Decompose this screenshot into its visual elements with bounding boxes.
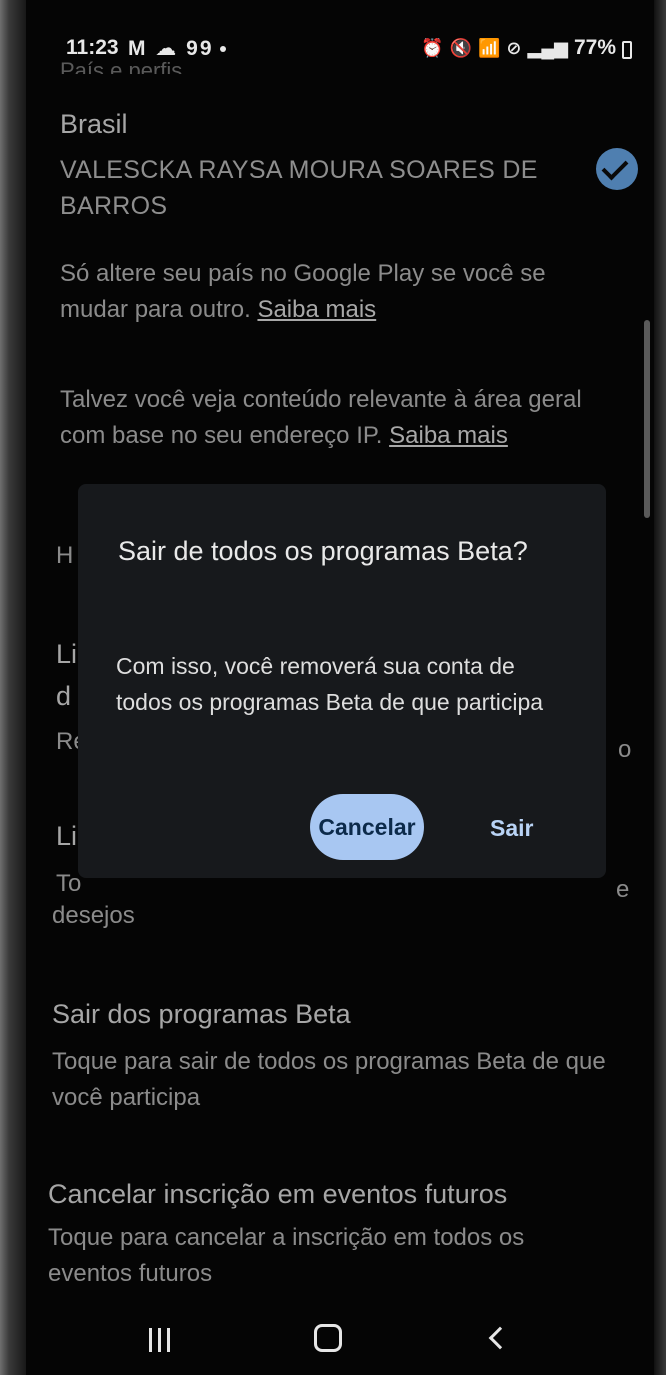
country-note: Só altere seu país no Google Play se voc… — [60, 256, 620, 328]
section-header: País e perfis — [60, 58, 183, 74]
leave-beta-dialog: Sair de todos os programas Beta? Com iss… — [78, 484, 606, 878]
dialog-title: Sair de todos os programas Beta? — [118, 536, 528, 566]
scrollbar[interactable] — [644, 320, 650, 518]
leave-beta-desc: Toque para sair de todos os programas Be… — [52, 1048, 606, 1111]
partial-label-d: d — [56, 681, 72, 711]
partial-label-li-1: Li — [56, 639, 78, 669]
cancel-events-desc: Toque para cancelar a inscrição em todos… — [48, 1224, 525, 1284]
home-icon[interactable] — [308, 1318, 348, 1358]
partial-label-o: o — [618, 736, 632, 763]
wishlist-desc-tail: desejos — [52, 902, 135, 929]
cancel-button[interactable]: Cancelar — [310, 794, 424, 860]
screen: 11:23 M ☁ 99 ⏰ 🔇 📶 ⊘ ▂▄▆ 77% País e perf… — [26, 0, 654, 1375]
country-learn-more-link[interactable]: Saiba mais — [257, 296, 376, 323]
partial-label-h: H — [56, 542, 74, 569]
check-circle-icon — [596, 148, 638, 190]
dialog-body: Com isso, você removerá sua conta de tod… — [116, 653, 544, 715]
partial-label-e: e — [616, 876, 630, 903]
navigation-bar — [26, 1300, 654, 1375]
confirm-leave-button[interactable]: Sair — [490, 810, 533, 846]
recents-icon[interactable] — [142, 1320, 176, 1360]
partial-label-li-2: Li — [56, 821, 78, 851]
ip-learn-more-link[interactable]: Saiba mais — [389, 422, 508, 449]
ip-note: Talvez você veja conteúdo relevante à ár… — [60, 382, 630, 454]
account-name: VALESCKA RAYSA MOURA SOARES DE BARROS — [60, 156, 538, 220]
device-bezel-right — [652, 0, 666, 1375]
cancel-events-title[interactable]: Cancelar inscrição em eventos futuros — [48, 1176, 638, 1212]
back-icon[interactable] — [482, 1318, 516, 1362]
country-value[interactable]: Brasil — [60, 106, 128, 142]
leave-beta-title[interactable]: Sair dos programas Beta — [52, 996, 632, 1032]
